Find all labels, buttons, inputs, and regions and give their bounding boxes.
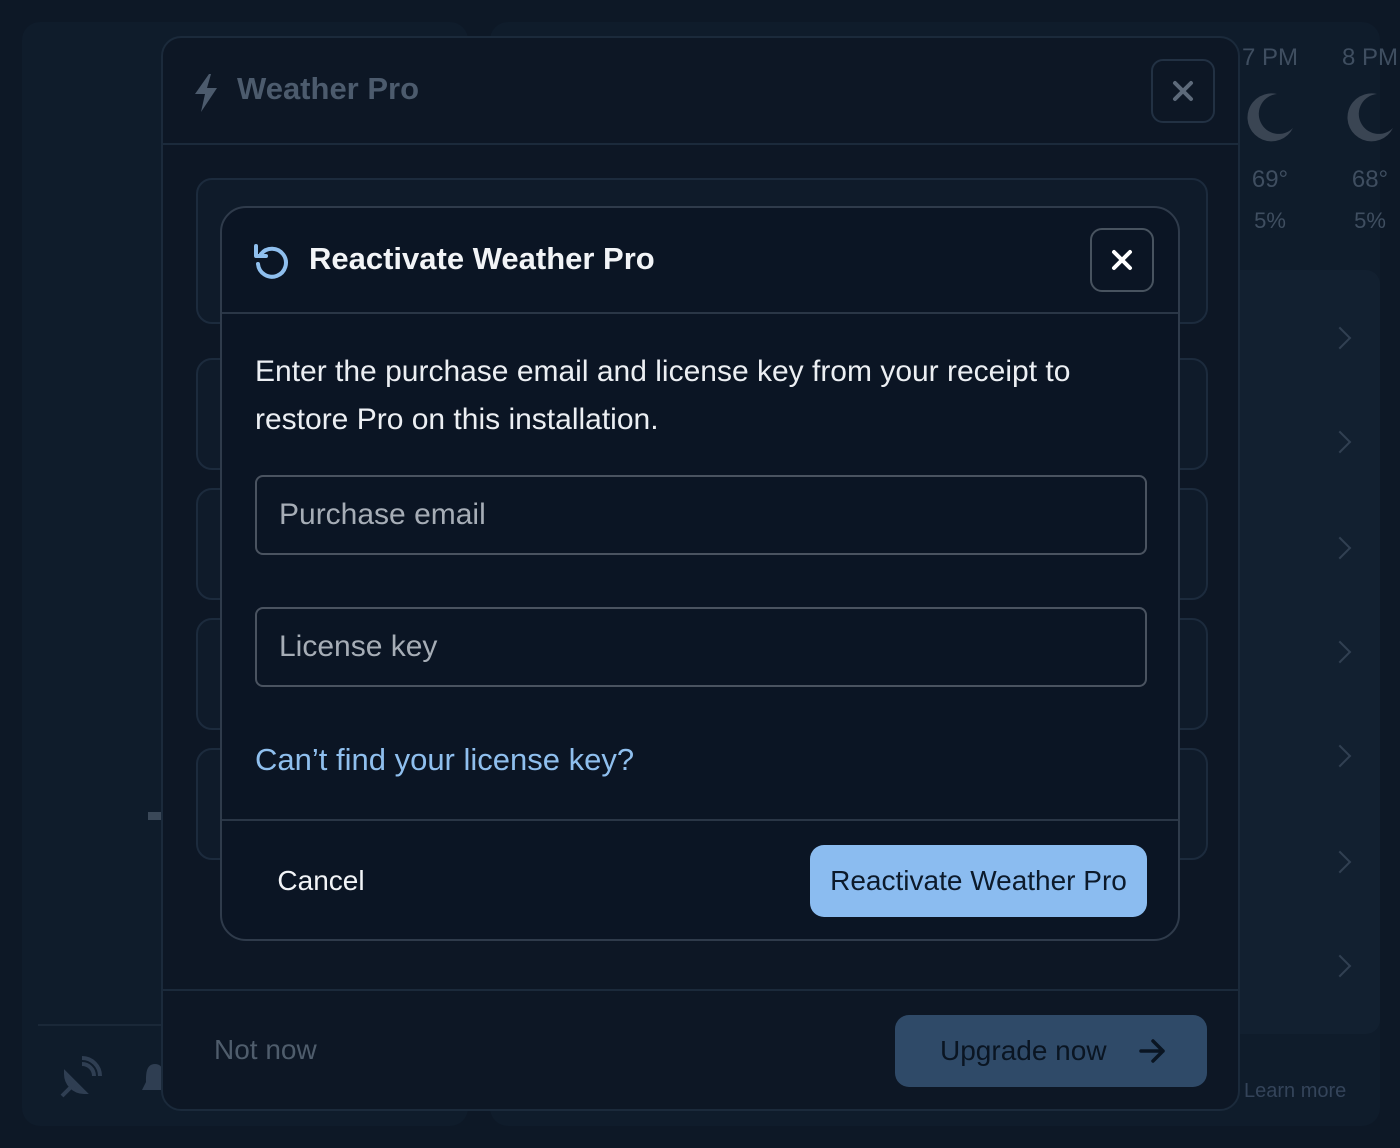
restore-icon xyxy=(254,244,288,279)
reactivate-dialog-footer-divider xyxy=(222,819,1178,821)
weather-pro-modal-header: Weather Pro xyxy=(163,38,1238,145)
moon-icon xyxy=(1247,93,1293,142)
hour-time: 7 PM xyxy=(1241,44,1298,71)
moon-icon xyxy=(1347,93,1393,142)
weather-pro-close-button[interactable] xyxy=(1151,59,1215,123)
upgrade-now-label: Upgrade now xyxy=(940,1035,1107,1066)
weather-pro-modal-footer-divider xyxy=(163,989,1238,991)
arrow-right-icon xyxy=(1139,1039,1165,1063)
background-divider xyxy=(38,1024,168,1026)
reactivate-submit-button[interactable]: Reactivate Weather Pro xyxy=(810,845,1147,917)
satellite-dish-icon xyxy=(60,1056,102,1098)
app-stage: 7 PM 69° 5% 8 PM 68° 5% Learn more Weath… xyxy=(0,0,1400,1148)
not-now-button[interactable]: Not now xyxy=(214,1034,317,1066)
cant-find-license-link[interactable]: Can’t find your license key? xyxy=(255,742,634,778)
hour-time: 8 PM xyxy=(1341,44,1398,71)
hour-temperature: 69° xyxy=(1251,166,1289,193)
reactivate-description: Enter the purchase email and license key… xyxy=(255,355,1071,436)
background-dash xyxy=(148,812,162,820)
close-icon xyxy=(1173,81,1193,101)
hour-precipitation: 5% xyxy=(1354,208,1386,233)
cancel-button[interactable]: Cancel xyxy=(255,845,387,917)
close-icon xyxy=(1112,250,1132,270)
upgrade-now-button[interactable]: Upgrade now xyxy=(895,1015,1207,1087)
reactivate-dialog: Reactivate Weather Pro Enter the purchas… xyxy=(220,206,1180,941)
hour-temperature: 68° xyxy=(1351,166,1389,193)
reactivate-dialog-header: Reactivate Weather Pro xyxy=(222,208,1178,314)
background-settings-list xyxy=(1240,270,1380,1034)
license-key-input[interactable] xyxy=(255,607,1147,687)
reactivate-dialog-title: Reactivate Weather Pro xyxy=(309,241,655,276)
lightning-bolt-icon xyxy=(195,74,217,112)
weather-pro-modal-title: Weather Pro xyxy=(237,71,420,106)
purchase-email-input[interactable] xyxy=(255,475,1147,555)
learn-more-link: Learn more xyxy=(1244,1080,1347,1102)
reactivate-close-button[interactable] xyxy=(1090,228,1154,292)
hour-precipitation: 5% xyxy=(1254,208,1286,233)
